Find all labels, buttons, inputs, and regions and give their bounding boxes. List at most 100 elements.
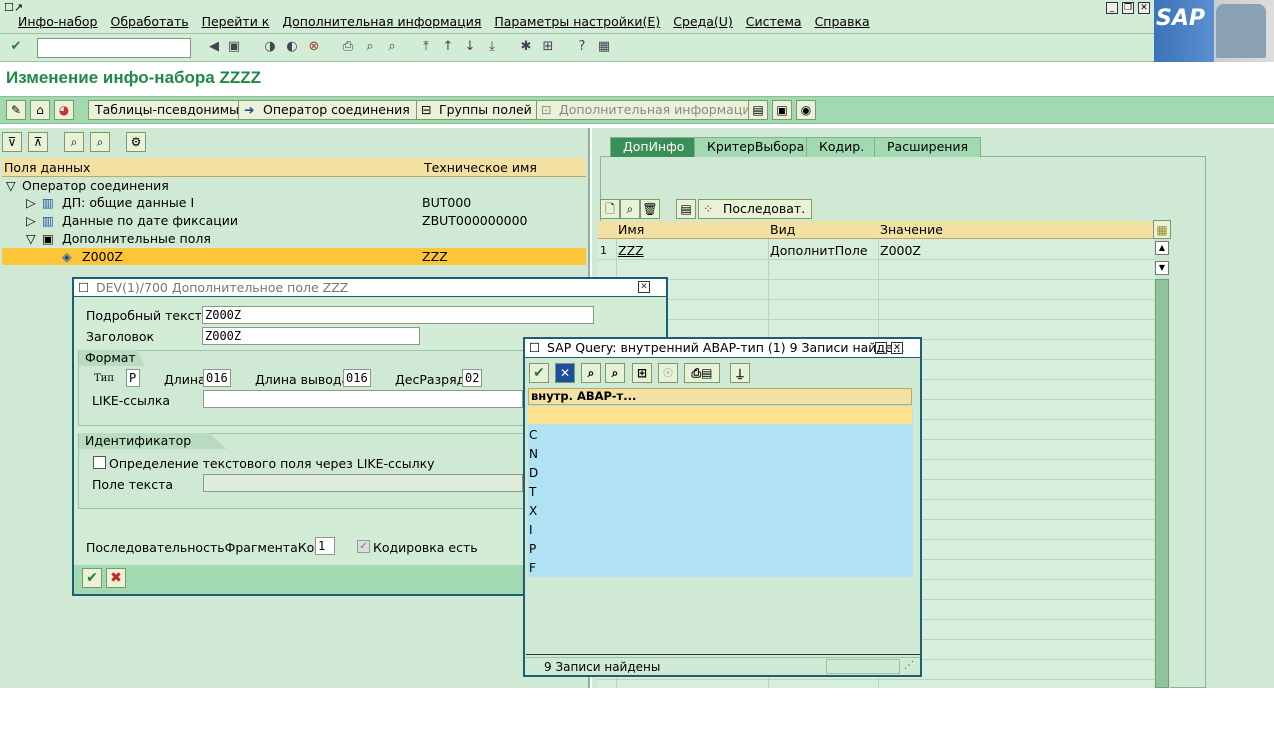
resize-grip-icon[interactable]: ⋰ (904, 660, 914, 671)
list-item[interactable]: X (529, 504, 537, 518)
check-icon[interactable]: ◕ (54, 100, 74, 120)
row-name[interactable]: ZZZ (618, 241, 644, 260)
minimize-icon[interactable]: _ (1106, 2, 1118, 14)
print-icon[interactable]: ⎙ (340, 39, 356, 55)
close-icon[interactable]: ✕ (638, 281, 650, 293)
menu-settings[interactable]: Параметры настройки(E) (494, 14, 660, 29)
close-icon[interactable]: ✕ (1138, 2, 1150, 14)
header-input[interactable]: Z000Z (202, 327, 420, 345)
dialog-menu-icon[interactable]: ☐ (529, 339, 540, 357)
menu-system[interactable]: Система (746, 14, 802, 29)
sort-icon[interactable]: ⊞ (632, 363, 652, 383)
cancel-x-icon[interactable]: ✖ (106, 568, 126, 588)
delete-icon[interactable]: 🗑 (640, 199, 660, 219)
list-item[interactable]: N (529, 447, 538, 461)
tree-node-zbut[interactable]: ▷ ▥ Данные по дате фиксации ZBUT00000000… (2, 212, 586, 230)
tab-extensions[interactable]: Расширения (874, 137, 982, 157)
tab-selection-criteria[interactable]: КритерВыбора (694, 137, 818, 157)
next-page-icon[interactable]: ↓ (462, 39, 478, 55)
length-input[interactable]: 016 (203, 369, 231, 387)
first-page-icon[interactable]: ⤒ (418, 39, 434, 55)
help-icon[interactable]: ? (574, 39, 590, 55)
tree-node-z000z[interactable]: ◈ Z000Z ZZZ (2, 248, 586, 266)
additional-info-button[interactable]: ⊡ Дополнительная информация (536, 100, 765, 120)
minimize-icon[interactable]: _ (875, 342, 887, 354)
type-input[interactable]: P (126, 369, 140, 387)
filter-icon[interactable]: ⍊ (730, 363, 750, 383)
menu-help[interactable]: Справка (815, 14, 870, 29)
alias-tables-button[interactable]: Таблицы-псевдонимы (88, 100, 246, 120)
text-field-like-checkbox[interactable] (93, 456, 106, 469)
layout-display-icon[interactable]: ▣ (772, 100, 792, 120)
back-icon[interactable]: ◀ (206, 39, 222, 55)
join-operator-button[interactable]: ➜ Оператор соединения (238, 100, 417, 120)
close-icon[interactable]: ✕ (891, 342, 903, 354)
list-item[interactable]: T (529, 485, 536, 499)
info-disabled-icon[interactable]: ☉ (658, 363, 678, 383)
scroll-up-icon[interactable]: ▲ (1155, 241, 1169, 255)
info-circle-icon[interactable]: ◉ (796, 100, 816, 120)
print-icon[interactable]: ⎙▤ (684, 363, 720, 383)
list-item[interactable]: D (529, 466, 538, 480)
confirm-check-icon[interactable]: ✔ (82, 568, 102, 588)
sequence-code-input[interactable]: 1 (315, 537, 335, 555)
list-item[interactable]: I (529, 523, 533, 537)
window-menu-icon[interactable]: ☐↗ (4, 1, 23, 14)
last-page-icon[interactable]: ⤓ (484, 39, 500, 55)
grid-scrollbar[interactable]: ▲ ▼ (1154, 239, 1170, 688)
tree-node-additional-fields[interactable]: ▽ ▣ Дополнительные поля (2, 230, 586, 248)
expand-all-icon[interactable]: ⊽ (2, 132, 22, 152)
list-item[interactable]: P (529, 542, 536, 556)
list-item[interactable]: F (529, 561, 536, 575)
collapsed-icon[interactable]: ▷ (26, 194, 36, 212)
command-field[interactable] (37, 38, 191, 58)
expand-icon[interactable]: ▽ (6, 177, 16, 195)
tree-node-join[interactable]: ▽ Оператор соединения (2, 177, 586, 195)
dialog-menu-icon[interactable]: ☐ (78, 279, 89, 296)
new-document-icon[interactable]: 🗋 (600, 199, 620, 219)
shortcut-icon[interactable]: ⊞ (540, 39, 556, 55)
menu-goto[interactable]: Перейти к (202, 14, 270, 29)
display-change-icon[interactable]: ✎ (6, 100, 26, 120)
menu-infoset[interactable]: Инфо-набор (18, 14, 98, 29)
cancel-x-icon[interactable]: ✕ (555, 363, 575, 383)
menu-environment[interactable]: Среда(U) (673, 14, 733, 29)
field-groups-button[interactable]: ⊟ Группы полей (416, 100, 539, 120)
scroll-thumb[interactable] (1155, 279, 1169, 688)
decimals-input[interactable]: 02 (462, 369, 482, 387)
list-item[interactable]: C (529, 428, 537, 442)
menu-extras[interactable]: Дополнительная информация (282, 14, 481, 29)
find-next-icon[interactable]: ⌕ (605, 363, 625, 383)
back-nav-icon[interactable]: ◑ (262, 39, 278, 55)
menu-edit[interactable]: Обработать (111, 14, 189, 29)
table-row[interactable]: 1 ZZZ ДополнитПоле Z000Z (598, 241, 1154, 260)
like-reference-input[interactable] (203, 390, 523, 408)
coding-exists-checkbox[interactable]: ✓ (357, 540, 370, 553)
collapse-all-icon[interactable]: ⊼ (28, 132, 48, 152)
tree-settings-icon[interactable]: ⚙ (126, 132, 146, 152)
table-icon[interactable]: ▤ (748, 100, 768, 120)
text-field-input[interactable] (203, 474, 523, 492)
list-item-selected[interactable] (528, 406, 912, 424)
collapsed-icon[interactable]: ▷ (26, 212, 36, 230)
find-icon[interactable]: ⌕ (581, 363, 601, 383)
expand-icon[interactable]: ▽ (26, 230, 36, 248)
cancel-icon[interactable]: ⊗ (306, 39, 322, 55)
new-session-icon[interactable]: ✱ (518, 39, 534, 55)
tree-node-but000[interactable]: ▷ ▥ ДП: общие данные I BUT000 (2, 194, 586, 212)
sequence-button[interactable]: ⁘ Последоват. (698, 199, 813, 219)
prev-page-icon[interactable]: ↑ (440, 39, 456, 55)
exit-icon[interactable]: ◐ (284, 39, 300, 55)
column-settings-icon[interactable]: ▦ (1153, 220, 1171, 239)
output-length-input[interactable]: 016 (343, 369, 371, 387)
list-icon[interactable]: ▤ (676, 199, 696, 219)
save-icon[interactable]: ▣ (226, 39, 242, 55)
display-detail-icon[interactable]: ⌕ (620, 199, 640, 219)
layout-icon[interactable]: ▦ (596, 39, 612, 55)
find-next-icon[interactable]: ⌕ (384, 39, 400, 55)
scroll-down-icon[interactable]: ▼ (1155, 261, 1169, 275)
find-icon[interactable]: ⌕ (362, 39, 378, 55)
find-tree-icon[interactable]: ⌕ (64, 132, 84, 152)
long-text-input[interactable]: Z000Z (202, 306, 594, 324)
restore-icon[interactable]: ❐ (1122, 2, 1134, 14)
